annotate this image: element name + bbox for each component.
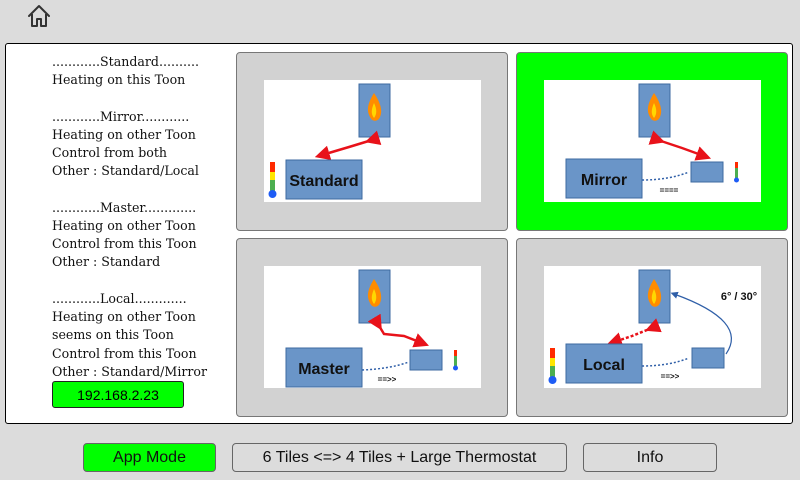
- app-mode-button[interactable]: App Mode: [83, 443, 216, 472]
- desc-line: Heating on other Toon: [52, 309, 196, 325]
- master-diagram: Master ==>>: [285, 269, 458, 388]
- desc-line: Heating on other Toon: [52, 126, 196, 142]
- ip-address-button[interactable]: 192.168.2.23: [52, 381, 184, 408]
- desc-line: ............Mirror............: [52, 108, 190, 124]
- tile-diagram: Standard: [264, 80, 481, 202]
- desc-line: ............Local.............: [52, 291, 187, 307]
- desc-line: Control from both: [52, 145, 168, 161]
- tiles-toggle-button[interactable]: 6 Tiles <=> 4 Tiles + Large Thermostat: [232, 443, 567, 472]
- thermometer-icon: [268, 162, 277, 198]
- tile-sublabel: ==>>: [661, 372, 680, 381]
- desc-gap: [52, 272, 232, 290]
- desc-line: Control from this Toon: [52, 236, 197, 252]
- tile-standard[interactable]: Standard: [236, 52, 508, 231]
- local-diagram: Local 6° / 30° ==>>: [548, 269, 757, 384]
- thermometer-icon: [453, 350, 458, 371]
- desc-line: Control from this Toon: [52, 345, 197, 361]
- tile-label: Local: [583, 357, 625, 374]
- desc-line: Other : Standard/Local: [52, 163, 199, 179]
- desc-line: ............Master.............: [52, 199, 197, 215]
- desc-line: seems on this Toon: [52, 327, 174, 343]
- mode-description: ............Standard.......... Heating o…: [52, 53, 232, 381]
- tile-mirror[interactable]: Mirror ====: [516, 52, 788, 231]
- tile-diagram: Master ==>>: [264, 266, 481, 388]
- tile-master[interactable]: Master ==>>: [236, 238, 508, 417]
- tile-local[interactable]: Local 6° / 30° ==>>: [516, 238, 788, 417]
- desc-line: Other : Standard: [52, 254, 161, 270]
- home-icon: [28, 5, 50, 27]
- tile-label: Mirror: [581, 172, 627, 189]
- tile-sublabel: ====: [660, 186, 679, 195]
- tile-sublabel: ==>>: [378, 375, 397, 384]
- mirror-diagram: Mirror ====: [565, 83, 739, 199]
- standard-diagram: Standard: [268, 83, 391, 200]
- tile-label: Standard: [289, 173, 358, 190]
- tile-note: 6° / 30°: [721, 291, 757, 303]
- home-button[interactable]: [26, 3, 52, 29]
- desc-line: Heating on this Toon: [52, 72, 186, 88]
- desc-gap: [52, 89, 232, 107]
- tile-diagram: Local 6° / 30° ==>>: [544, 266, 761, 388]
- info-button[interactable]: Info: [583, 443, 717, 472]
- thermometer-icon: [548, 348, 557, 384]
- tile-label: Master: [298, 361, 350, 378]
- desc-gap: [52, 181, 232, 199]
- thermometer-icon: [734, 162, 739, 183]
- tile-diagram: Mirror ====: [544, 80, 761, 202]
- desc-line: Other : Standard/Mirror: [52, 363, 207, 379]
- desc-line: Heating on other Toon: [52, 218, 196, 234]
- desc-line: ............Standard..........: [52, 54, 200, 69]
